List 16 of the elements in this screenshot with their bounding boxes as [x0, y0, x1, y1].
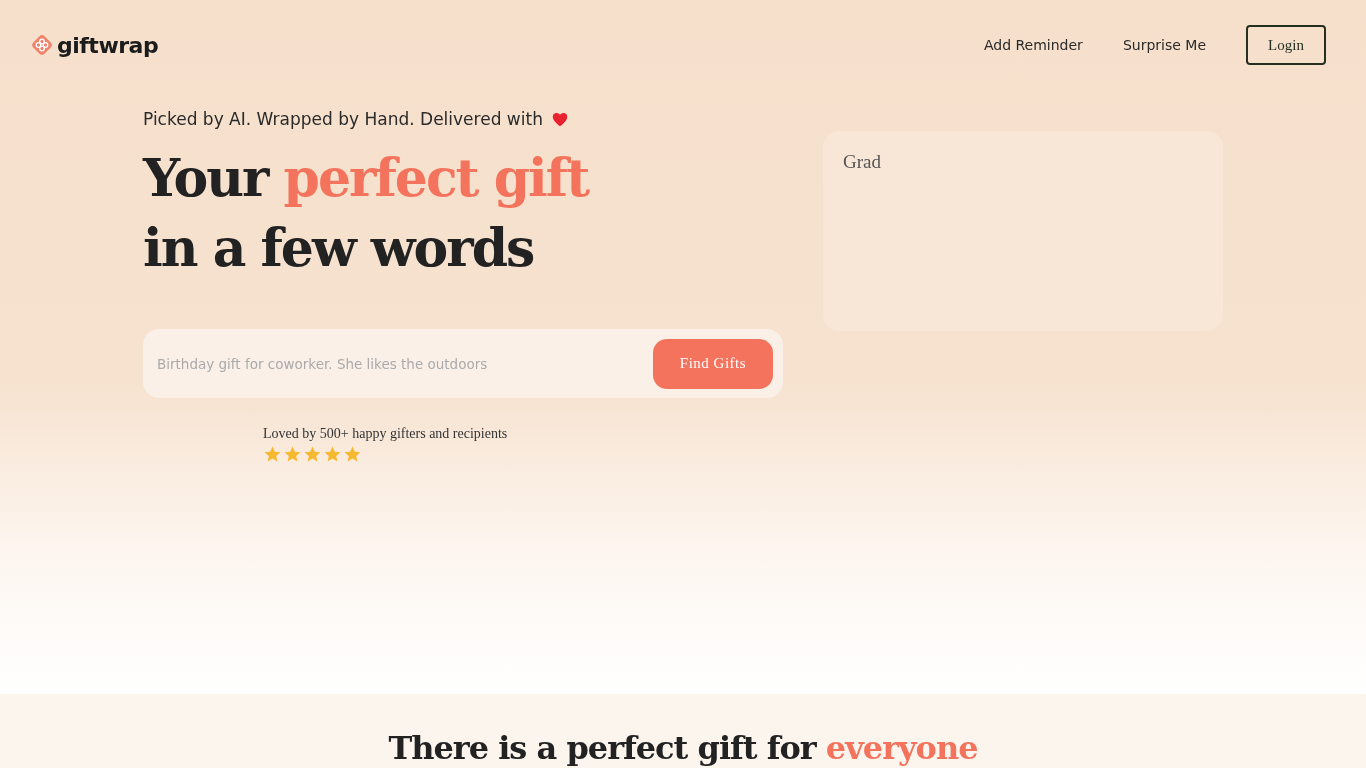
tagline: Picked by AI. Wrapped by Hand. Delivered with	[143, 109, 543, 129]
star-icon	[343, 445, 362, 464]
star-icon	[283, 445, 302, 464]
nav-link[interactable]: Add Reminder	[983, 37, 1083, 53]
star-icon	[303, 445, 322, 464]
nav-link[interactable]: Surprise Me	[1122, 37, 1206, 53]
login-button[interactable]: Login	[1246, 25, 1326, 65]
headline-line: in a few words	[143, 216, 535, 280]
card-text: Grad	[843, 151, 881, 172]
star-icon	[323, 445, 342, 464]
headline-line: Your perfect gift	[143, 146, 591, 210]
rating-text: Loved by 500+ happy gifters and recipients	[263, 426, 509, 442]
heart-icon	[550, 111, 569, 127]
brand-name: giftwrap	[57, 32, 159, 58]
section-heading: There is a perfect gift for everyone	[388, 728, 978, 768]
star-icon	[263, 445, 282, 464]
